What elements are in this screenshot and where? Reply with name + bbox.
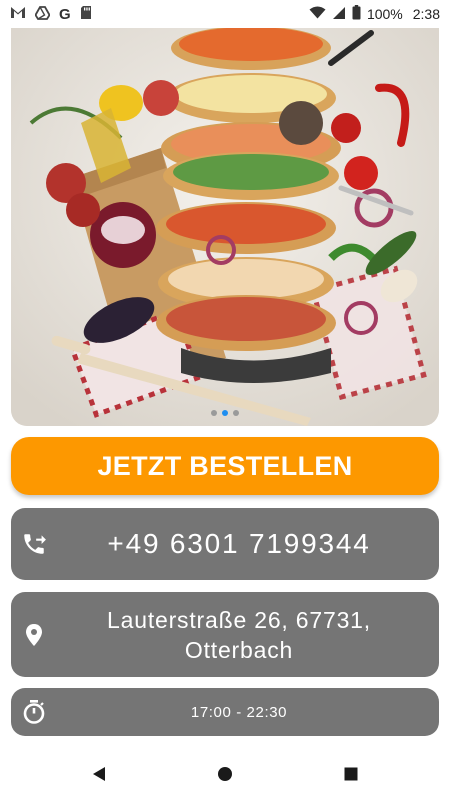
app-screen: G 100% 2:38 JETZT BESTELLEN +49 6301 719… bbox=[0, 0, 450, 800]
clock: 2:38 bbox=[412, 6, 440, 22]
timer-icon bbox=[11, 700, 57, 724]
system-status: 100% 2:38 bbox=[309, 5, 440, 23]
signal-icon bbox=[332, 6, 346, 23]
drive-icon bbox=[34, 5, 51, 23]
navigation-bar bbox=[0, 747, 450, 800]
opening-hours-card[interactable]: 17:00 - 22:30 bbox=[11, 688, 439, 736]
order-now-button[interactable]: JETZT BESTELLEN bbox=[11, 437, 439, 495]
sd-card-icon bbox=[80, 5, 92, 23]
carousel-dot[interactable] bbox=[211, 410, 217, 416]
address-line1: Lauterstraße 26, 67731, bbox=[107, 606, 371, 633]
battery-icon bbox=[352, 5, 361, 23]
phone-number: +49 6301 7199344 bbox=[107, 528, 371, 559]
status-bar: G 100% 2:38 bbox=[0, 0, 450, 28]
home-icon[interactable] bbox=[213, 762, 237, 786]
battery-percent: 100% bbox=[366, 6, 403, 22]
recents-icon[interactable] bbox=[339, 762, 363, 786]
google-icon: G bbox=[59, 5, 71, 23]
gmail-icon bbox=[10, 6, 26, 22]
carousel-dot-active[interactable] bbox=[222, 410, 228, 416]
back-icon[interactable] bbox=[87, 762, 111, 786]
notification-icons: G bbox=[10, 5, 92, 23]
carousel-dot[interactable] bbox=[233, 410, 239, 416]
address-card[interactable]: Lauterstraße 26, 67731, Otterbach bbox=[11, 592, 439, 677]
phone-card[interactable]: +49 6301 7199344 bbox=[11, 508, 439, 580]
hero-carousel[interactable] bbox=[11, 28, 439, 426]
address-line2: Otterbach bbox=[184, 636, 294, 663]
opening-hours: 17:00 - 22:30 bbox=[190, 703, 288, 721]
phone-forwarded-icon bbox=[11, 531, 57, 557]
address-text: Lauterstraße 26, 67731, Otterbach bbox=[57, 605, 439, 665]
pizza-stack-illustration bbox=[11, 28, 439, 426]
carousel-indicator bbox=[11, 410, 439, 416]
location-pin-icon bbox=[11, 623, 57, 647]
wifi-icon bbox=[309, 6, 326, 22]
